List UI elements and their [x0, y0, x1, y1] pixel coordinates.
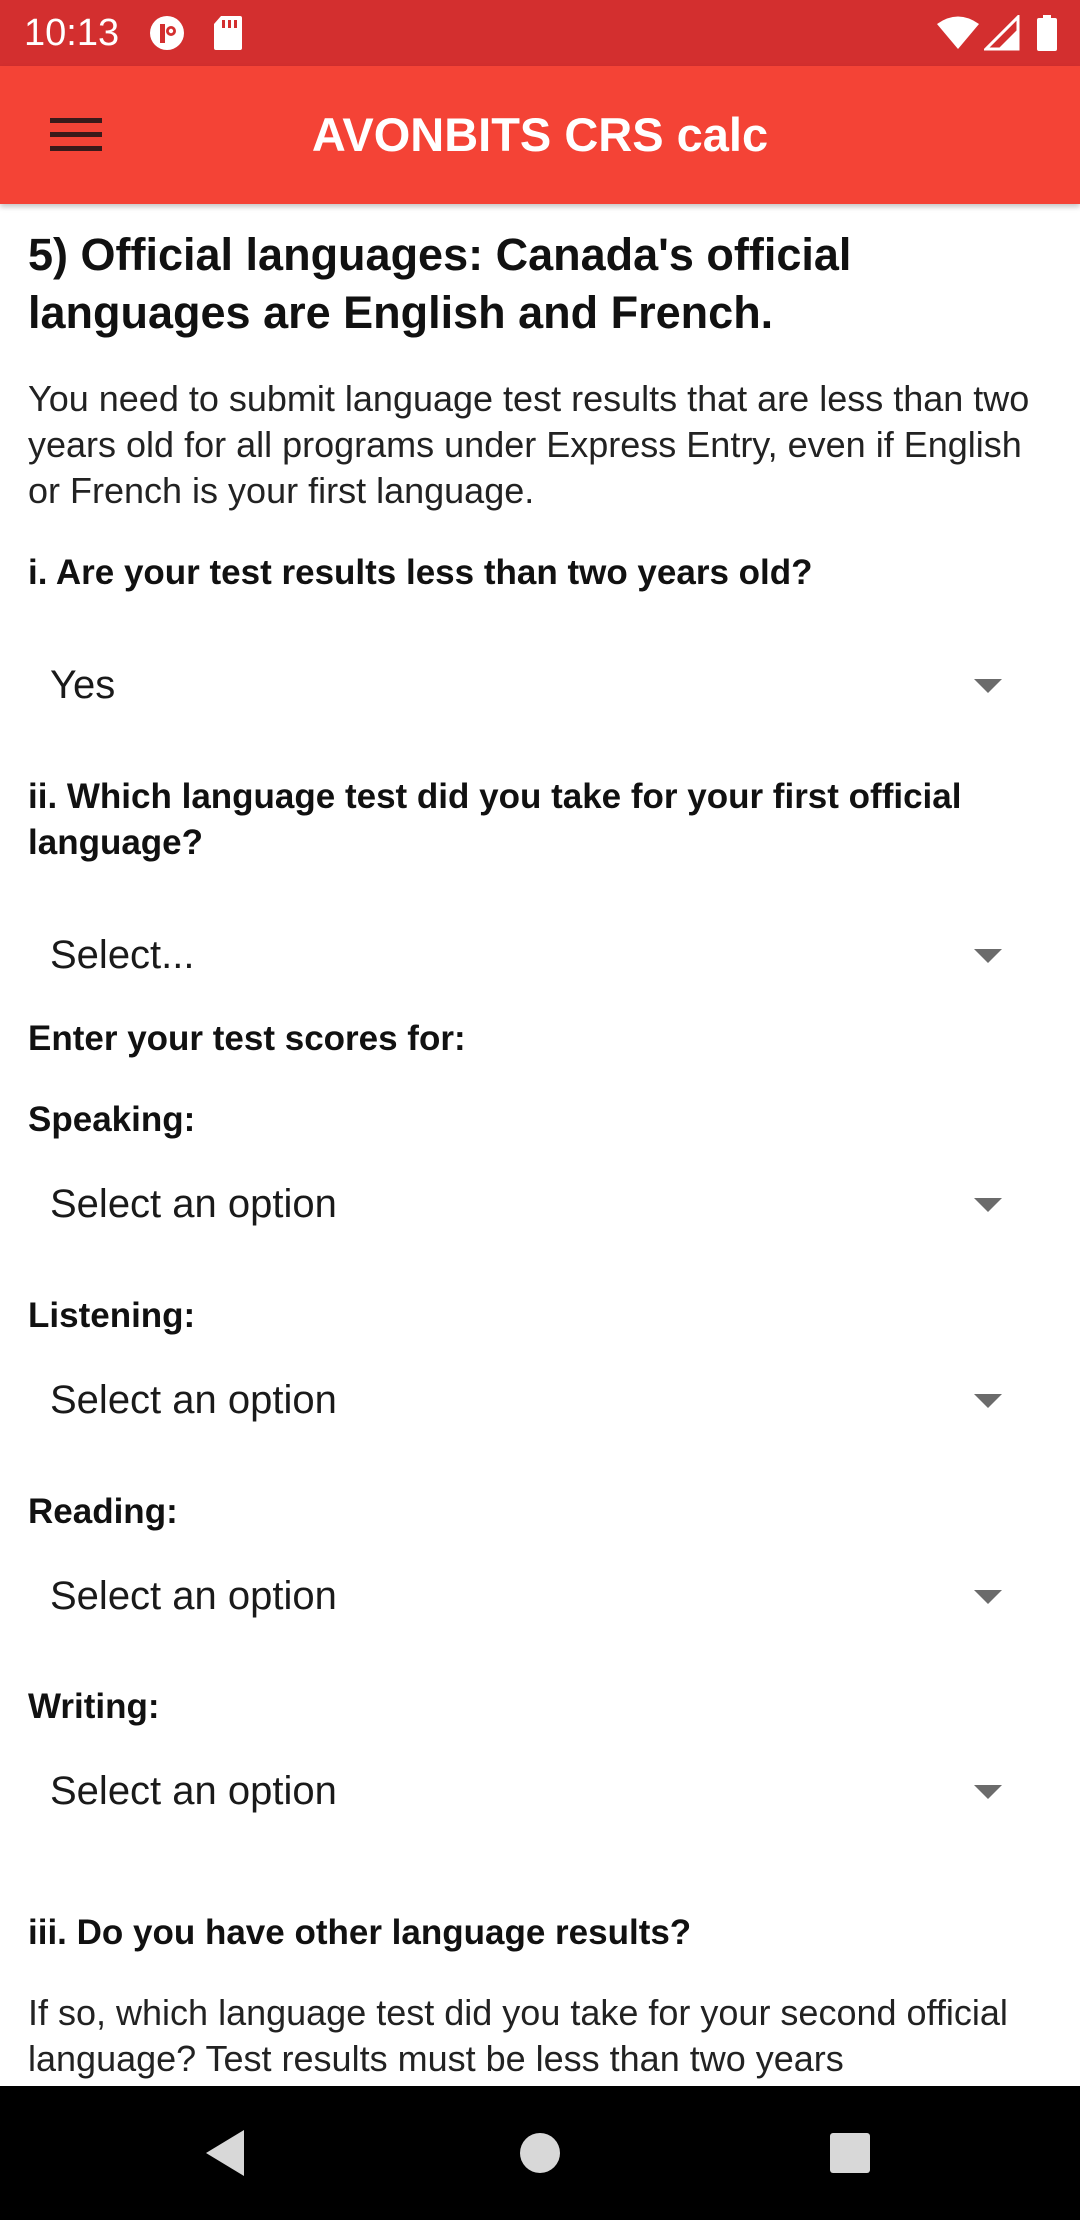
- speaking-label: Speaking:: [28, 1100, 196, 1139]
- listening-value: Select an option: [50, 1378, 337, 1422]
- reading-label: Reading:: [28, 1492, 178, 1531]
- section-title: 5) Official languages: Canada's official…: [28, 229, 852, 338]
- form-content[interactable]: 5) Official languages: Canada's official…: [0, 204, 1080, 2086]
- hamburger-menu-icon[interactable]: [30, 100, 124, 170]
- recents-square-icon[interactable]: [817, 2120, 883, 2186]
- reading-value: Select an option: [50, 1574, 337, 1618]
- writing-label: Writing:: [28, 1687, 160, 1726]
- listening-dropdown[interactable]: Select an option: [28, 1352, 1028, 1448]
- app-bar: AVONBITS CRS calc: [0, 66, 1080, 204]
- navigation-bar: [0, 2086, 1080, 2220]
- speaking-dropdown[interactable]: Select an option: [28, 1156, 1028, 1252]
- screen: 10:13 AVONBITS CRS calc 5) Official lang…: [0, 0, 1080, 2220]
- scores-heading: Enter your test scores for:: [28, 1019, 466, 1058]
- notification-icon: [150, 16, 184, 50]
- status-bar: 10:13: [0, 0, 1080, 66]
- question-first-language-test: ii. Which language test did you take for…: [28, 777, 962, 862]
- writing-value: Select an option: [50, 1769, 337, 1813]
- question-other-language: iii. Do you have other language results?: [28, 1913, 692, 1952]
- reading-dropdown[interactable]: Select an option: [28, 1548, 1028, 1644]
- listening-label: Listening:: [28, 1296, 196, 1335]
- status-time: 10:13: [24, 12, 120, 54]
- section-intro: You need to submit language test results…: [28, 378, 1030, 511]
- dropdown-arrow-icon: [974, 1198, 1002, 1212]
- wifi-icon: [937, 16, 979, 49]
- other-language-description: If so, which language test did you take …: [28, 1992, 1008, 2079]
- dropdown-arrow-icon: [974, 1394, 1002, 1408]
- first-language-test-value: Select...: [50, 933, 195, 977]
- dropdown-arrow-icon: [974, 679, 1002, 693]
- app-title: AVONBITS CRS calc: [311, 108, 769, 161]
- speaking-value: Select an option: [50, 1182, 337, 1226]
- home-circle-icon[interactable]: [507, 2120, 573, 2186]
- back-triangle-icon[interactable]: [192, 2120, 258, 2186]
- cellular-signal-icon: [984, 15, 1020, 51]
- dropdown-arrow-icon: [974, 949, 1002, 963]
- dropdown-arrow-icon: [974, 1785, 1002, 1799]
- question-test-age: i. Are your test results less than two y…: [28, 553, 813, 592]
- dropdown-arrow-icon: [974, 1590, 1002, 1604]
- test-age-dropdown[interactable]: Yes: [28, 637, 1028, 733]
- writing-dropdown[interactable]: Select an option: [28, 1743, 1028, 1839]
- first-language-test-dropdown[interactable]: Select...: [28, 907, 1028, 1003]
- battery-icon: [1037, 15, 1057, 51]
- sd-card-icon: [214, 16, 242, 50]
- test-age-value: Yes: [50, 663, 116, 707]
